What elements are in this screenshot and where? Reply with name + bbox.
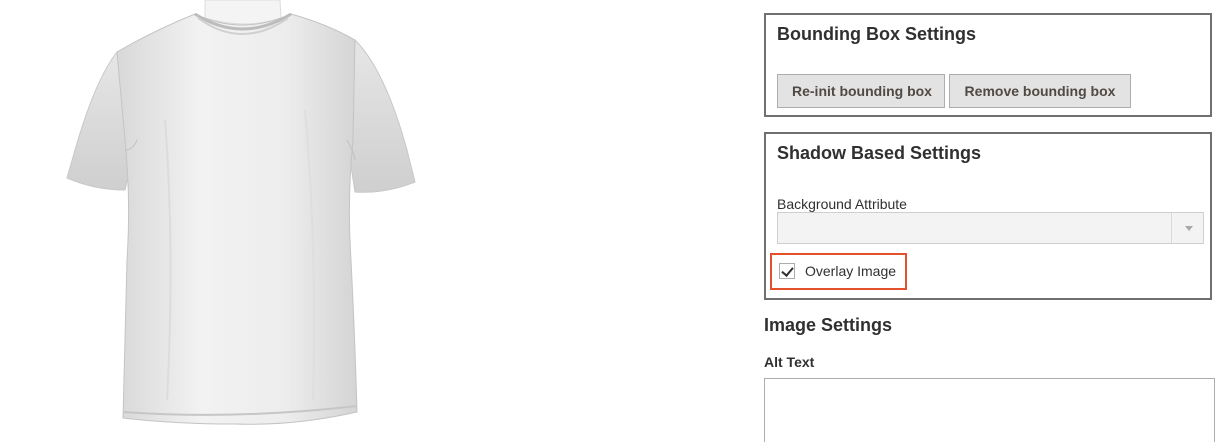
tshirt-illustration [66, 0, 416, 425]
image-editor-page: Bounding Box Settings Re-init bounding b… [0, 0, 1221, 442]
alt-text-field[interactable] [764, 378, 1215, 442]
background-attribute-select[interactable] [777, 212, 1204, 244]
bounding-box-settings-title: Bounding Box Settings [777, 24, 976, 44]
overlay-image-label[interactable]: Overlay Image [805, 263, 896, 279]
alt-text-label: Alt Text [764, 354, 815, 370]
tshirt-image [55, 0, 425, 442]
bounding-box-settings-panel: Bounding Box Settings Re-init bounding b… [764, 13, 1212, 117]
select-divider [1171, 213, 1172, 243]
overlay-image-checkbox[interactable] [779, 263, 795, 279]
chevron-down-icon[interactable] [1185, 226, 1193, 231]
overlay-image-highlight: Overlay Image [770, 253, 907, 290]
image-settings-title: Image Settings [764, 315, 893, 335]
reinit-bounding-box-button[interactable]: Re-init bounding box [777, 74, 945, 108]
shadow-based-settings-panel: Shadow Based Settings Background Attribu… [764, 132, 1212, 300]
shadow-based-settings-title: Shadow Based Settings [777, 143, 982, 163]
remove-bounding-box-button[interactable]: Remove bounding box [949, 74, 1131, 108]
background-attribute-label: Background Attribute [777, 196, 907, 212]
